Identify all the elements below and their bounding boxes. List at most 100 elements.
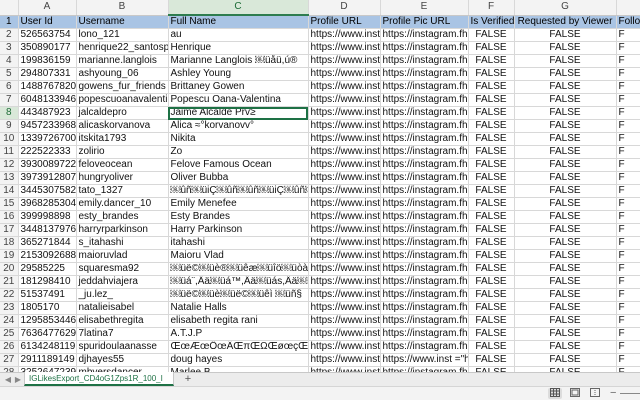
cell-e[interactable]: https://instagram.fhk [380, 197, 469, 211]
cell-h[interactable]: F [616, 119, 640, 133]
cell-d[interactable]: https://www.inst [308, 288, 381, 302]
cell-b[interactable]: elisabethregita [76, 314, 169, 328]
cell-c[interactable]: Brittaney Gowen [168, 80, 309, 94]
row-number[interactable]: 9 [0, 119, 19, 133]
cell-f[interactable]: FALSE [468, 67, 515, 81]
cell-b[interactable]: _ju.lez_ [76, 288, 169, 302]
cell-b[interactable]: zolirio [76, 145, 169, 159]
cell-c[interactable]: ￼ûñ￼üiÇ￼ûñ￼ûñ￼üiÇ￼ûñ￼üiÇ￼ [168, 184, 309, 198]
cell-g[interactable]: FALSE [514, 301, 617, 315]
cell-e[interactable]: https://instagram.fhk [380, 132, 469, 146]
cell-c[interactable]: A.T.J.P [168, 327, 309, 341]
cell-b[interactable]: squaresma92 [76, 262, 169, 276]
cell-g[interactable]: FALSE [514, 93, 617, 107]
cell-f[interactable]: FALSE [468, 119, 515, 133]
cell-g[interactable]: FALSE [514, 223, 617, 237]
cell-a[interactable]: 1805170 [18, 301, 77, 315]
cell-f[interactable]: FALSE [468, 93, 515, 107]
cell-h[interactable]: F [616, 80, 640, 94]
cell-c[interactable]: Harry Parkinson [168, 223, 309, 237]
cell-a[interactable]: 1339726700 [18, 132, 77, 146]
row-number[interactable]: 11 [0, 145, 19, 159]
cell-a[interactable]: 6048133946 [18, 93, 77, 107]
cell-g[interactable]: FALSE [514, 145, 617, 159]
cell-b[interactable]: s_itahashi [76, 236, 169, 250]
cell-f[interactable]: FALSE [468, 223, 515, 237]
cell-h[interactable]: F [616, 184, 640, 198]
cell-b[interactable]: hungryoliver [76, 171, 169, 185]
cell-h[interactable]: F [616, 288, 640, 302]
cell-b[interactable]: ashyoung_06 [76, 67, 169, 81]
row-number[interactable]: 20 [0, 262, 19, 276]
cell-g[interactable]: FALSE [514, 106, 617, 120]
cell-c[interactable]: Nikita [168, 132, 309, 146]
column-header-c[interactable]: C [168, 0, 309, 16]
cell-h[interactable]: F [616, 236, 640, 250]
cell-e[interactable]: https://instagram.fhk [380, 28, 469, 42]
cell-e[interactable]: https://www.inst ="https://instagram.fv [380, 353, 469, 367]
cell-d[interactable]: https://www.inst [308, 41, 381, 55]
cell-b[interactable]: itskita1793 [76, 132, 169, 146]
sheet-next-icon[interactable]: ▶ [12, 374, 24, 385]
cell-g[interactable]: FALSE [514, 80, 617, 94]
cell-d[interactable]: https://www.inst [308, 314, 381, 328]
cell-d[interactable]: https://www.inst [308, 197, 381, 211]
cell-h[interactable]: F [616, 28, 640, 42]
cell-h[interactable]: F [616, 262, 640, 276]
cell-c[interactable]: doug hayes [168, 353, 309, 367]
cell-g[interactable]: FALSE [514, 249, 617, 263]
cell-a[interactable]: 29585225 [18, 262, 77, 276]
row-number[interactable]: 10 [0, 132, 19, 146]
cell-c[interactable]: Zo [168, 145, 309, 159]
cell-e[interactable]: https://instagram.fhk [380, 327, 469, 341]
cell-h[interactable]: F [616, 275, 640, 289]
cell-f[interactable]: FALSE [468, 28, 515, 42]
cell-g[interactable]: FALSE [514, 132, 617, 146]
cell-c[interactable]: ŒœÆœÖœÂŒπŒΩŒøœçŒ¶Œ( [168, 340, 309, 354]
normal-view-icon[interactable] [548, 388, 562, 399]
cell-c[interactable]: Henrique [168, 41, 309, 55]
cell-c[interactable]: ￼üë©￼üè®￼üêæ￼üîö￼üòà￼üêâ,( [168, 262, 309, 276]
cell-h[interactable]: F [616, 327, 640, 341]
cell-f[interactable]: FALSE [468, 275, 515, 289]
row-number[interactable]: 14 [0, 184, 19, 198]
cell-c[interactable]: Marianne Langlois ￼üåü,ú® [168, 54, 309, 68]
cell-b[interactable]: maioruvlad [76, 249, 169, 263]
cell-d[interactable]: https://www.inst [308, 171, 381, 185]
row-number[interactable]: 8 [0, 106, 19, 120]
cell-b[interactable]: natalieisabel [76, 301, 169, 315]
cell-g[interactable]: FALSE [514, 210, 617, 224]
cell-a[interactable]: 39682853048 [18, 197, 77, 211]
page-break-view-icon[interactable] [588, 388, 602, 399]
cell-f[interactable]: FALSE [468, 288, 515, 302]
row-number[interactable]: 24 [0, 314, 19, 328]
cell-a[interactable]: 199836159 [18, 54, 77, 68]
cell-h[interactable]: F [616, 158, 640, 172]
cell-g[interactable]: FALSE [514, 275, 617, 289]
cell-d[interactable]: https://www.inst [308, 67, 381, 81]
row-number[interactable]: 12 [0, 158, 19, 172]
row-number[interactable]: 27 [0, 353, 19, 367]
row-number[interactable]: 1 [0, 15, 19, 29]
cell-b[interactable]: feloveocean [76, 158, 169, 172]
cell-e[interactable]: https://instagram.fhk [380, 210, 469, 224]
cell-g[interactable]: FALSE [514, 171, 617, 185]
zoom-out-button[interactable]: − [610, 387, 616, 399]
cell-f[interactable]: FALSE [468, 197, 515, 211]
header-cell[interactable]: Is Verified [468, 15, 515, 29]
cell-b[interactable]: jalcaldepro [76, 106, 169, 120]
cell-h[interactable]: F [616, 223, 640, 237]
column-header-b[interactable]: B [76, 0, 169, 16]
row-number[interactable]: 5 [0, 67, 19, 81]
cell-b[interactable]: alicaskorvanova [76, 119, 169, 133]
cell-f[interactable]: FALSE [468, 327, 515, 341]
cell-e[interactable]: https://instagram.fhk [380, 119, 469, 133]
cell-c[interactable]: Esty Brandes [168, 210, 309, 224]
cell-g[interactable]: FALSE [514, 28, 617, 42]
column-header-h[interactable]: H [616, 0, 640, 16]
cell-a[interactable]: 3445307582 [18, 184, 77, 198]
cell-e[interactable]: https://instagram.fhk [380, 93, 469, 107]
cell-c[interactable]: Maioru Vlad [168, 249, 309, 263]
cell-e[interactable]: https://instagram.fhk [380, 236, 469, 250]
cell-f[interactable]: FALSE [468, 158, 515, 172]
